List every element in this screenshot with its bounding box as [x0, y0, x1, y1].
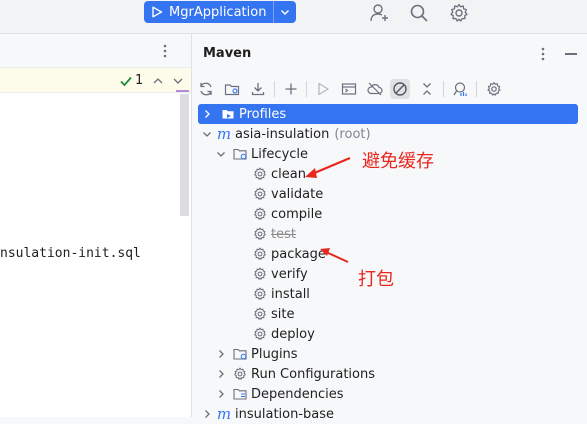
tree-goal-site[interactable]: site	[252, 304, 294, 324]
goal-gear-icon	[252, 186, 268, 202]
run-configuration-label: MgrApplication	[169, 4, 267, 20]
tree-node-profiles[interactable]: Profiles	[198, 104, 578, 124]
tree-label-next-module: insulation-base	[235, 406, 335, 422]
more-options-icon[interactable]	[162, 44, 168, 62]
goal-label: site	[271, 306, 295, 322]
collapse-all-icon[interactable]	[417, 79, 437, 99]
annotation-package-note: 打包	[358, 269, 394, 290]
tree-node-root-project[interactable]: m asia-insulation (root)	[198, 124, 371, 144]
tree-node-next-module[interactable]: m insulation-base	[198, 404, 334, 424]
run-maven-build-icon[interactable]	[313, 79, 333, 99]
toolbar-separator	[274, 81, 275, 97]
tree-label-run-configurations: Run Configurations	[251, 366, 375, 382]
run-configuration-dropdown[interactable]	[274, 1, 296, 23]
chevron-right-icon[interactable]	[200, 107, 214, 121]
add-maven-project-icon[interactable]	[222, 79, 242, 99]
search-icon[interactable]	[408, 2, 430, 24]
tree-label-profiles: Profiles	[239, 106, 287, 122]
toolbar-separator	[476, 81, 477, 97]
download-icon[interactable]	[248, 79, 268, 99]
chevron-down-icon[interactable]	[172, 75, 184, 87]
goal-gear-icon	[252, 326, 268, 342]
more-options-icon[interactable]	[540, 47, 546, 65]
toolbar-separator	[306, 81, 307, 97]
tree-label-plugins: Plugins	[251, 346, 298, 362]
lifecycle-folder-icon	[232, 146, 248, 162]
goal-gear-icon	[252, 226, 268, 242]
reload-icon[interactable]	[196, 79, 216, 99]
tree-goal-install[interactable]: install	[252, 284, 310, 304]
tree-node-plugins[interactable]: Plugins	[214, 344, 298, 364]
chevron-right-icon[interactable]	[214, 387, 228, 401]
inspection-widget[interactable]: 1	[119, 73, 184, 88]
profiles-icon	[220, 106, 236, 122]
add-icon[interactable]	[281, 79, 301, 99]
editor-scrollbar[interactable]	[180, 94, 189, 216]
goal-label: verify	[271, 266, 308, 282]
annotation-clean-note: 避免缓存	[362, 151, 434, 172]
toggle-skip-tests-icon[interactable]	[390, 79, 410, 99]
dependencies-icon	[232, 386, 248, 402]
tree-node-run-configurations[interactable]: Run Configurations	[214, 364, 375, 384]
goal-label: install	[271, 286, 310, 302]
tree-label-root: asia-insulation	[235, 126, 330, 142]
editor-code-line: nsulation-init.sql	[0, 246, 141, 261]
goal-gear-icon	[252, 286, 268, 302]
minimize-icon[interactable]	[565, 53, 577, 55]
maven-module-icon: m	[216, 405, 232, 423]
chevron-down-icon[interactable]	[214, 147, 228, 161]
tree-goal-clean[interactable]: clean	[252, 164, 306, 184]
chevron-down-icon	[280, 7, 290, 17]
tree-goal-validate[interactable]: validate	[252, 184, 323, 204]
editor-marker	[176, 90, 189, 92]
add-user-icon[interactable]	[368, 2, 390, 24]
maven-module-icon: m	[216, 125, 232, 143]
settings-gear-icon[interactable]	[448, 2, 470, 24]
tree-goal-test[interactable]: test	[252, 224, 296, 244]
tree-label-dependencies: Dependencies	[251, 386, 344, 402]
check-icon	[119, 74, 133, 88]
annotation-arrow-package	[320, 248, 349, 263]
tree-label-root-suffix: (root)	[334, 126, 371, 142]
chevron-down-icon[interactable]	[200, 127, 214, 141]
goal-gear-icon	[252, 266, 268, 282]
run-configuration-selector[interactable]: MgrApplication	[144, 1, 297, 23]
plugins-folder-icon	[232, 346, 248, 362]
goal-gear-icon	[252, 246, 268, 262]
annotation-arrow-clean	[305, 156, 351, 178]
toolbar-separator	[443, 81, 444, 97]
chevron-right-icon[interactable]	[214, 347, 228, 361]
goal-gear-icon	[252, 166, 268, 182]
goal-label: compile	[271, 206, 323, 222]
tree-node-lifecycle[interactable]: Lifecycle	[214, 144, 308, 164]
chevron-up-icon[interactable]	[152, 75, 164, 87]
run-configuration-button[interactable]: MgrApplication	[144, 1, 273, 23]
goal-label: deploy	[271, 326, 315, 342]
maven-panel-title: Maven	[203, 46, 252, 61]
analyze-dependencies-icon[interactable]	[450, 79, 470, 99]
goal-label: validate	[271, 186, 324, 202]
run-configurations-gear-icon	[232, 366, 248, 382]
tree-node-dependencies[interactable]: Dependencies	[214, 384, 344, 404]
toggle-offline-mode-icon[interactable]	[365, 79, 385, 99]
goal-label-skipped: test	[271, 226, 296, 242]
execute-goal-icon[interactable]	[339, 79, 359, 99]
goal-gear-icon	[252, 206, 268, 222]
tree-goal-compile[interactable]: compile	[252, 204, 322, 224]
run-icon	[151, 6, 163, 18]
tree-goal-package[interactable]: package	[252, 244, 326, 264]
inspection-count: 1	[135, 73, 144, 88]
chevron-right-icon[interactable]	[200, 407, 214, 421]
tree-goal-verify[interactable]: verify	[252, 264, 308, 284]
tree-goal-deploy[interactable]: deploy	[252, 324, 315, 344]
chevron-right-icon[interactable]	[214, 367, 228, 381]
maven-settings-icon[interactable]	[484, 79, 504, 99]
goal-gear-icon	[252, 306, 268, 322]
